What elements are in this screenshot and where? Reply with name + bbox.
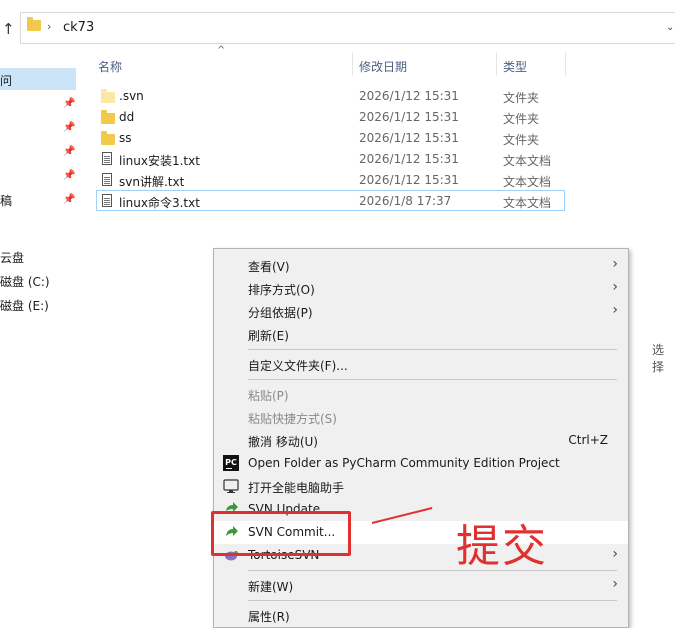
address-bar-area: ↑ › ck73 ⌄ bbox=[0, 0, 675, 46]
menu-item-label: 粘贴(P) bbox=[248, 389, 289, 403]
menu-item-assistant[interactable]: 打开全能电脑助手 bbox=[214, 475, 628, 498]
breadcrumb-separator-icon[interactable]: › bbox=[47, 20, 51, 33]
menu-item-pycharm[interactable]: PC Open Folder as PyCharm Community Edit… bbox=[214, 452, 628, 475]
text-file-icon bbox=[102, 194, 112, 207]
menu-item-refresh[interactable]: 刷新(E) bbox=[214, 323, 628, 346]
file-name[interactable]: dd bbox=[119, 110, 134, 124]
nav-item-drive-c[interactable]: 磁盘 (C:) bbox=[0, 273, 50, 290]
nav-item-cloud-drive[interactable]: 云盘 bbox=[0, 249, 24, 266]
file-type: 文本文档 bbox=[503, 196, 552, 210]
menu-item-label: 分组依据(P) bbox=[248, 306, 313, 320]
menu-item-properties[interactable]: 属性(R) bbox=[214, 604, 628, 627]
menu-separator bbox=[248, 570, 617, 571]
pin-icon[interactable]: 📌 bbox=[63, 98, 75, 109]
menu-item-view[interactable]: 查看(V) › bbox=[214, 254, 628, 277]
file-type: 文件夹 bbox=[503, 133, 540, 147]
file-name[interactable]: .svn bbox=[119, 89, 144, 103]
chevron-down-icon[interactable]: ⌄ bbox=[666, 22, 674, 33]
menu-item-paste[interactable]: 粘贴(P) bbox=[214, 383, 628, 406]
text-file-icon bbox=[102, 173, 112, 186]
menu-item-sort[interactable]: 排序方式(O) › bbox=[214, 277, 628, 300]
file-date: 2026/1/12 15:31 bbox=[359, 89, 459, 103]
menu-item-label: 粘贴快捷方式(S) bbox=[248, 412, 337, 426]
menu-separator bbox=[248, 379, 617, 380]
menu-item-new[interactable]: 新建(W) › bbox=[214, 574, 628, 597]
menu-item-group[interactable]: 分组依据(P) › bbox=[214, 300, 628, 323]
column-header-date[interactable]: 修改日期 bbox=[359, 58, 407, 75]
nav-item-quick-access[interactable]: 问 bbox=[0, 72, 12, 89]
menu-item-label: 排序方式(O) bbox=[248, 283, 315, 297]
menu-item-customize-folder[interactable]: 自定义文件夹(F)... bbox=[214, 353, 628, 376]
pin-icon[interactable]: 📌 bbox=[63, 170, 75, 181]
menu-item-label: 打开全能电脑助手 bbox=[248, 481, 345, 495]
assistant-icon bbox=[223, 478, 239, 494]
details-pane-hint: 选择 bbox=[652, 343, 665, 374]
chevron-right-icon: › bbox=[612, 302, 618, 318]
folder-icon bbox=[101, 131, 115, 145]
pin-icon[interactable]: 📌 bbox=[63, 194, 75, 205]
column-divider[interactable] bbox=[496, 52, 497, 76]
file-type: 文件夹 bbox=[503, 112, 540, 126]
nav-item-pinned[interactable]: 稿 bbox=[0, 192, 12, 209]
file-name[interactable]: linux命令3.txt bbox=[119, 194, 200, 211]
file-date: 2026/1/12 15:31 bbox=[359, 173, 459, 187]
folder-hidden-icon bbox=[101, 89, 115, 103]
chevron-right-icon: › bbox=[612, 576, 618, 592]
annotation-label: 提交 bbox=[456, 521, 548, 572]
file-date: 2026/1/12 15:31 bbox=[359, 131, 459, 145]
pin-icon[interactable]: 📌 bbox=[63, 122, 75, 133]
menu-item-label: 新建(W) bbox=[248, 580, 294, 594]
menu-item-shortcut: Ctrl+Z bbox=[568, 433, 608, 447]
menu-item-label: 自定义文件夹(F)... bbox=[248, 359, 348, 373]
file-date: 2026/1/12 15:31 bbox=[359, 110, 459, 124]
column-divider[interactable] bbox=[352, 52, 353, 76]
pycharm-icon: PC bbox=[223, 455, 239, 471]
menu-separator bbox=[248, 600, 617, 601]
file-date: 2026/1/8 17:37 bbox=[359, 194, 452, 208]
file-type: 文本文档 bbox=[503, 175, 552, 189]
menu-item-label: 撤消 移动(U) bbox=[248, 435, 318, 449]
up-arrow-icon[interactable]: ↑ bbox=[2, 20, 15, 38]
column-header-type[interactable]: 类型 bbox=[503, 58, 527, 75]
column-header-name[interactable]: 名称 bbox=[98, 58, 122, 75]
menu-item-paste-shortcut[interactable]: 粘贴快捷方式(S) bbox=[214, 406, 628, 429]
menu-item-label: 查看(V) bbox=[248, 260, 290, 274]
chevron-right-icon: › bbox=[612, 546, 618, 562]
column-divider[interactable] bbox=[565, 52, 566, 76]
sort-ascending-icon: ^ bbox=[217, 45, 226, 56]
file-name[interactable]: linux安装1.txt bbox=[119, 152, 200, 169]
text-file-icon bbox=[102, 152, 112, 165]
chevron-right-icon: › bbox=[612, 256, 618, 272]
menu-separator bbox=[248, 349, 617, 350]
context-menu: 查看(V) › 排序方式(O) › 分组依据(P) › 刷新(E) 自定义文件夹… bbox=[213, 248, 629, 628]
file-date: 2026/1/12 15:31 bbox=[359, 152, 459, 166]
menu-item-label: 刷新(E) bbox=[248, 329, 289, 343]
annotation-highlight-box bbox=[211, 511, 351, 556]
chevron-right-icon: › bbox=[612, 279, 618, 295]
menu-item-undo-move[interactable]: 撤消 移动(U) Ctrl+Z bbox=[214, 429, 628, 452]
menu-item-label: Open Folder as PyCharm Community Edition… bbox=[248, 456, 560, 470]
file-type: 文本文档 bbox=[503, 154, 552, 168]
breadcrumb-current-folder[interactable]: ck73 bbox=[63, 20, 94, 35]
address-bar[interactable] bbox=[20, 12, 675, 44]
file-name[interactable]: ss bbox=[119, 131, 132, 145]
folder-icon bbox=[27, 17, 41, 31]
file-type: 文件夹 bbox=[503, 91, 540, 105]
pin-icon[interactable]: 📌 bbox=[63, 146, 75, 157]
nav-item-drive-e[interactable]: 磁盘 (E:) bbox=[0, 297, 49, 314]
menu-item-label: 属性(R) bbox=[248, 610, 290, 624]
folder-icon bbox=[101, 110, 115, 124]
file-name[interactable]: svn讲解.txt bbox=[119, 173, 184, 190]
